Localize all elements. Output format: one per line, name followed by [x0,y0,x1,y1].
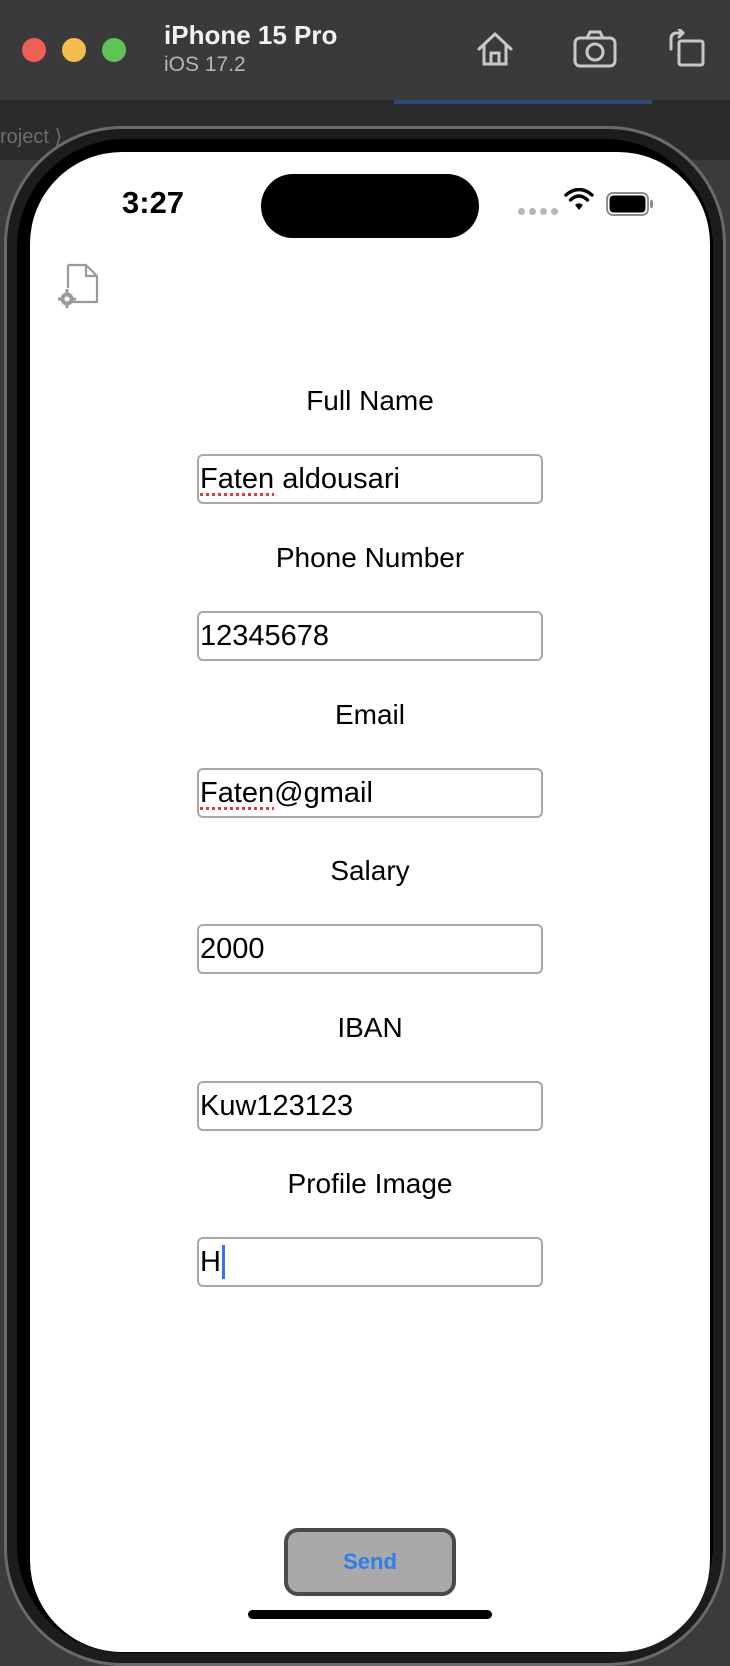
tab-accent [394,100,652,104]
email-value-rest: @gmail [274,776,373,809]
rotate-button[interactable] [660,22,714,76]
battery-icon [606,192,653,216]
close-window-button[interactable] [22,38,46,62]
salary-label: Salary [330,855,410,886]
full-name-label: Full Name [306,385,434,416]
email-label: Email [334,699,405,730]
status-time: 3:27 [122,185,185,220]
profile-image-label: Profile Image [287,1168,453,1199]
phone-number-label: Phone Number [275,542,465,573]
os-version: iOS 17.2 [164,53,246,76]
full-name-field[interactable]: Faten aldousari [197,454,543,504]
iban-label: IBAN [337,1012,403,1043]
profile-image-value: H [200,1245,221,1278]
text-caret [221,1245,225,1279]
camera-icon [573,30,617,68]
iban-field[interactable]: Kuw123123 [197,1081,543,1131]
home-button[interactable] [468,22,522,76]
full-name-value-first: Faten [200,462,275,495]
simulator-titlebar: iPhone 15 Pro iOS 17.2 [0,0,730,101]
breadcrumb: roject ⟩ [0,126,63,148]
phone-number-field[interactable]: 12345678 [197,611,543,661]
profile-image-field[interactable]: H [197,1237,543,1287]
wifi-icon [564,188,594,210]
zoom-window-button[interactable] [102,38,126,62]
email-field[interactable]: Faten @gmail [197,768,543,818]
device-screen: 3:27 Full Name Faten aldousari Phone Num… [30,152,710,1652]
email-value-first: Faten [200,776,275,809]
send-button[interactable]: Send [284,1528,456,1596]
signal-dots-icon [518,208,558,215]
device-name: iPhone 15 Pro [164,20,338,50]
phone-number-value: 12345678 [200,619,330,652]
screenshot-button[interactable] [568,22,622,76]
rotate-icon [669,29,705,67]
salary-value: 2000 [200,932,265,965]
full-name-value-rest: aldousari [274,462,400,495]
file-gear-icon[interactable] [58,262,100,308]
dynamic-island [261,174,479,238]
iban-value: Kuw123123 [200,1089,354,1122]
home-icon [477,32,513,66]
salary-field[interactable]: 2000 [197,924,543,974]
minimize-window-button[interactable] [62,38,86,62]
